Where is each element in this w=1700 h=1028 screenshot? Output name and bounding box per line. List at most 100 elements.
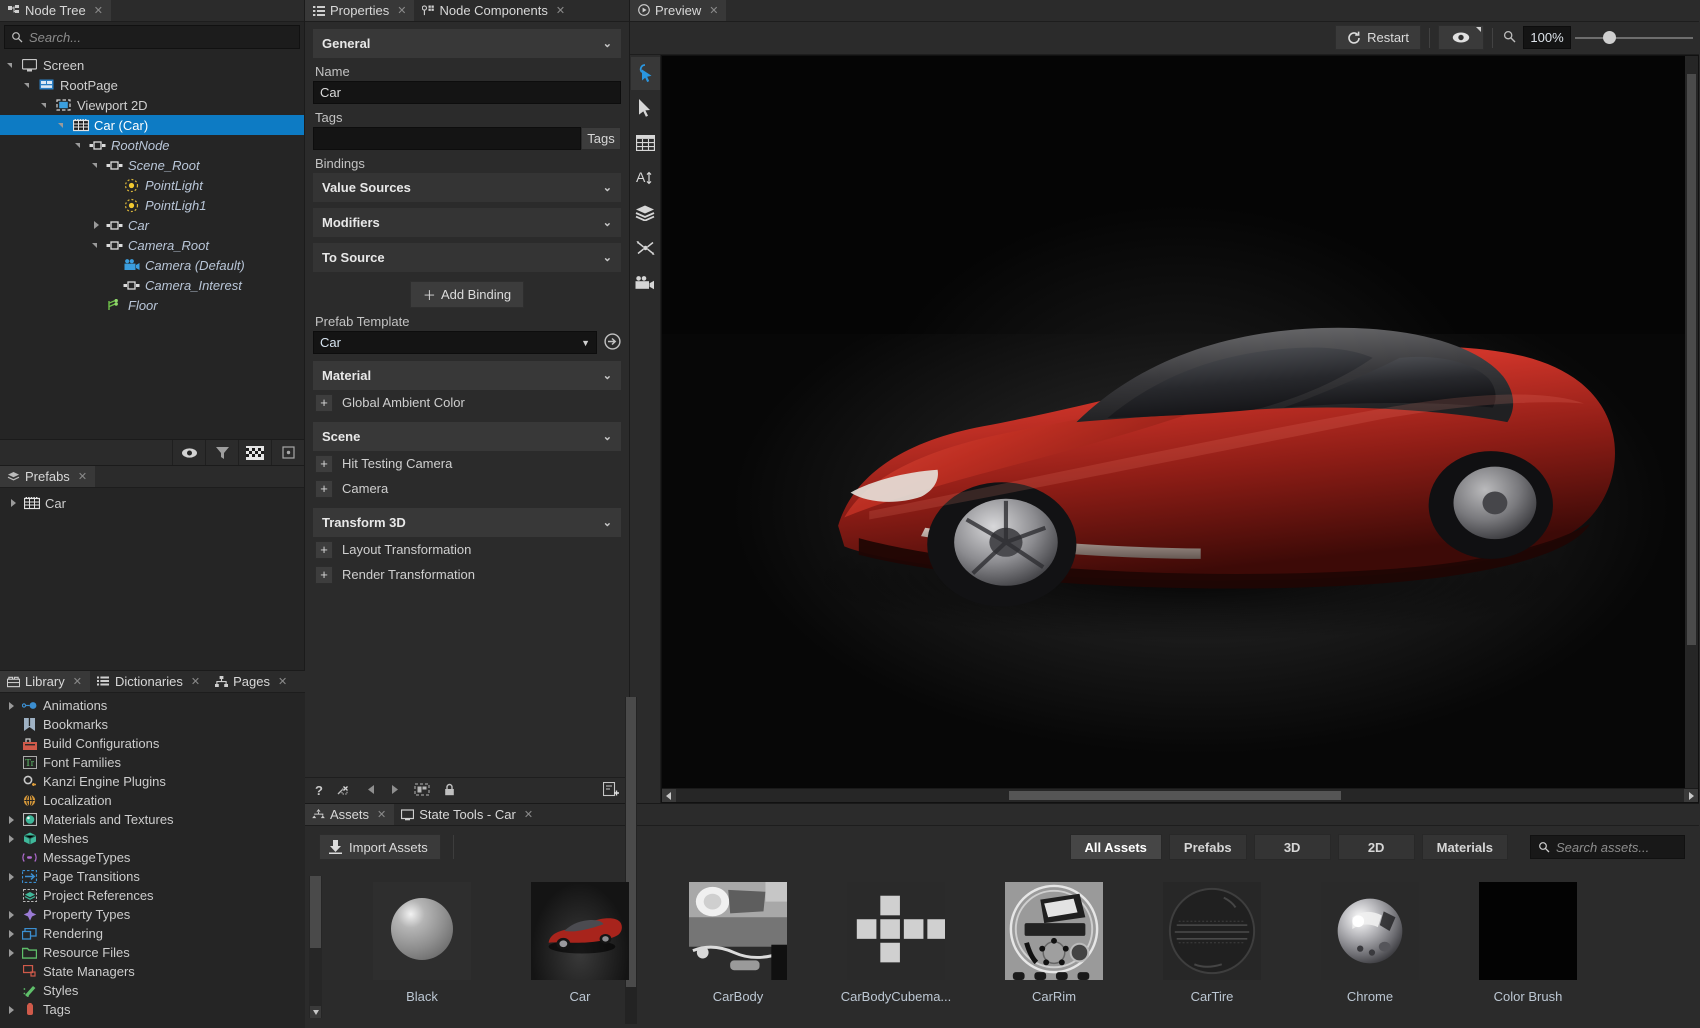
asset-grid-scrollbar[interactable] xyxy=(309,876,322,1018)
grid-icon[interactable] xyxy=(631,127,660,160)
zoom-slider[interactable] xyxy=(1575,26,1693,49)
tree-item-screen[interactable]: Screen xyxy=(0,55,304,75)
tab-properties[interactable]: Properties ✕ xyxy=(305,0,414,21)
asset-thumbnail-car-red[interactable] xyxy=(531,882,629,980)
asset-thumbnail-carbody-texture[interactable] xyxy=(689,882,787,980)
chevron-down-icon[interactable]: ⌄ xyxy=(603,251,612,264)
tree-item-rootpage[interactable]: RootPage xyxy=(0,75,304,95)
close-icon[interactable]: ✕ xyxy=(709,4,718,17)
tab-node-components[interactable]: Node Components ✕ xyxy=(414,0,573,21)
preview-canvas[interactable] xyxy=(662,56,1698,788)
chevron-right-icon[interactable] xyxy=(6,701,16,711)
preview-vscroll-thumb[interactable] xyxy=(1687,74,1696,645)
chevron-down-icon[interactable] xyxy=(74,140,84,150)
zoom-slider-knob[interactable] xyxy=(1603,31,1616,44)
select-arrow-icon[interactable] xyxy=(631,92,660,125)
asset-card[interactable]: CarBodyCubema... xyxy=(847,882,945,1028)
prefab-template-select[interactable]: Car ▼ xyxy=(313,331,597,354)
chevron-down-icon[interactable]: ⌄ xyxy=(603,516,612,529)
layers-icon[interactable] xyxy=(631,197,660,230)
chevron-right-icon[interactable] xyxy=(6,948,16,958)
library-item-font-families[interactable]: Tr Font Families xyxy=(0,753,639,772)
checker-icon[interactable] xyxy=(238,440,271,465)
asset-card[interactable]: CarTire xyxy=(1163,882,1261,1028)
tree-item-viewport-2d[interactable]: Viewport 2D xyxy=(0,95,304,115)
close-icon[interactable]: ✕ xyxy=(556,4,565,17)
asset-card[interactable]: Color Brush xyxy=(1479,882,1577,1028)
library-item-kanzi-engine-plugins[interactable]: Kanzi Engine Plugins xyxy=(0,772,639,791)
goto-prefab-icon[interactable] xyxy=(604,333,621,353)
node-tree-search[interactable] xyxy=(4,25,300,49)
chevron-right-icon[interactable] xyxy=(6,834,16,844)
tree-item-floor[interactable]: Floor xyxy=(0,295,304,315)
tab-pages[interactable]: Pages ✕ xyxy=(208,671,295,692)
chevron-down-icon[interactable] xyxy=(6,60,16,70)
filter-all-assets[interactable]: All Assets xyxy=(1070,834,1162,860)
tags-button[interactable]: Tags xyxy=(581,127,621,150)
chevron-down-icon[interactable] xyxy=(91,160,101,170)
chevron-down-icon[interactable] xyxy=(23,80,33,90)
filter-3d[interactable]: 3D xyxy=(1254,834,1331,860)
chevron-down-icon[interactable]: ⌄ xyxy=(603,216,612,229)
filter-prefabs[interactable]: Prefabs xyxy=(1169,834,1247,860)
eye-icon[interactable] xyxy=(172,440,205,465)
chevron-right-icon[interactable] xyxy=(91,220,101,230)
window-icon[interactable] xyxy=(271,440,304,465)
close-icon[interactable]: ✕ xyxy=(78,470,87,483)
library-item-messagetypes[interactable]: MessageTypes xyxy=(0,848,639,867)
chevron-down-icon[interactable]: ▼ xyxy=(581,338,590,348)
add-binding-button[interactable]: ＋ Add Binding xyxy=(410,281,524,308)
chevron-down-icon[interactable] xyxy=(40,100,50,110)
close-icon[interactable]: ✕ xyxy=(191,675,200,688)
filter-materials[interactable]: Materials xyxy=(1422,834,1508,860)
prefab-item[interactable]: Car xyxy=(0,493,304,513)
chevron-right-icon[interactable] xyxy=(6,815,16,825)
add-property-icon[interactable]: + xyxy=(315,566,333,584)
filter-icon[interactable] xyxy=(205,440,238,465)
binding-section-modifiers[interactable]: Modifiers ⌄ xyxy=(313,208,621,237)
library-item-animations[interactable]: Animations xyxy=(0,696,639,715)
chevron-down-icon[interactable] xyxy=(57,120,67,130)
asset-card[interactable]: CarBody xyxy=(689,882,787,1028)
binding-section-to-source[interactable]: To Source ⌄ xyxy=(313,243,621,272)
asset-thumbnail-cubemap-cross[interactable] xyxy=(847,882,945,980)
property-row-global-ambient-color[interactable]: + Global Ambient Color xyxy=(313,390,621,415)
tree-item-rootnode[interactable]: RootNode xyxy=(0,135,304,155)
dropdown-corner-icon[interactable] xyxy=(1476,27,1481,32)
add-property-icon[interactable]: + xyxy=(315,480,333,498)
tab-preview[interactable]: Preview ✕ xyxy=(630,0,726,21)
tree-item-scene-root[interactable]: Scene_Root xyxy=(0,155,304,175)
camera-tool-icon[interactable] xyxy=(631,267,660,300)
text-icon[interactable]: A xyxy=(631,162,660,195)
chevron-right-icon[interactable] xyxy=(6,1005,16,1015)
hscroll-track[interactable] xyxy=(676,789,1684,802)
chevron-down-icon[interactable]: ⌄ xyxy=(603,37,612,50)
close-icon[interactable]: ✕ xyxy=(397,4,406,17)
chevron-right-icon[interactable] xyxy=(6,929,16,939)
zoom-level-field[interactable]: 100% xyxy=(1523,26,1571,49)
close-icon[interactable]: ✕ xyxy=(73,675,82,688)
add-property-icon[interactable]: + xyxy=(315,455,333,473)
scroll-left-icon[interactable] xyxy=(662,789,676,802)
library-item-bookmarks[interactable]: Bookmarks xyxy=(0,715,639,734)
chevron-down-icon[interactable] xyxy=(91,240,101,250)
section-general[interactable]: General ⌄ xyxy=(313,29,621,58)
tab-node-tree[interactable]: Node Tree ✕ xyxy=(0,0,111,21)
scroll-down-icon[interactable] xyxy=(310,1006,321,1018)
tags-field[interactable] xyxy=(313,127,581,150)
library-item-meshes[interactable]: Meshes xyxy=(0,829,639,848)
library-item-materials-and-textures[interactable]: Materials and Textures xyxy=(0,810,639,829)
close-icon[interactable]: ✕ xyxy=(278,675,287,688)
scroll-right-icon[interactable] xyxy=(1684,789,1698,802)
asset-card[interactable]: Car xyxy=(531,882,629,1028)
section-scene[interactable]: Scene ⌄ xyxy=(313,422,621,451)
nodegraph-icon[interactable] xyxy=(631,232,660,265)
asset-card[interactable]: CarRim xyxy=(1005,882,1103,1028)
tab-library[interactable]: Library ✕ xyxy=(0,671,90,692)
name-field[interactable]: Car xyxy=(313,81,621,104)
chevron-right-icon[interactable] xyxy=(6,872,16,882)
preview-vertical-scrollbar[interactable] xyxy=(1685,56,1698,788)
tab-prefabs[interactable]: Prefabs ✕ xyxy=(0,466,95,487)
assets-search[interactable]: Search assets... xyxy=(1530,835,1685,859)
asset-thumbnail-tire-texture[interactable] xyxy=(1163,882,1261,980)
